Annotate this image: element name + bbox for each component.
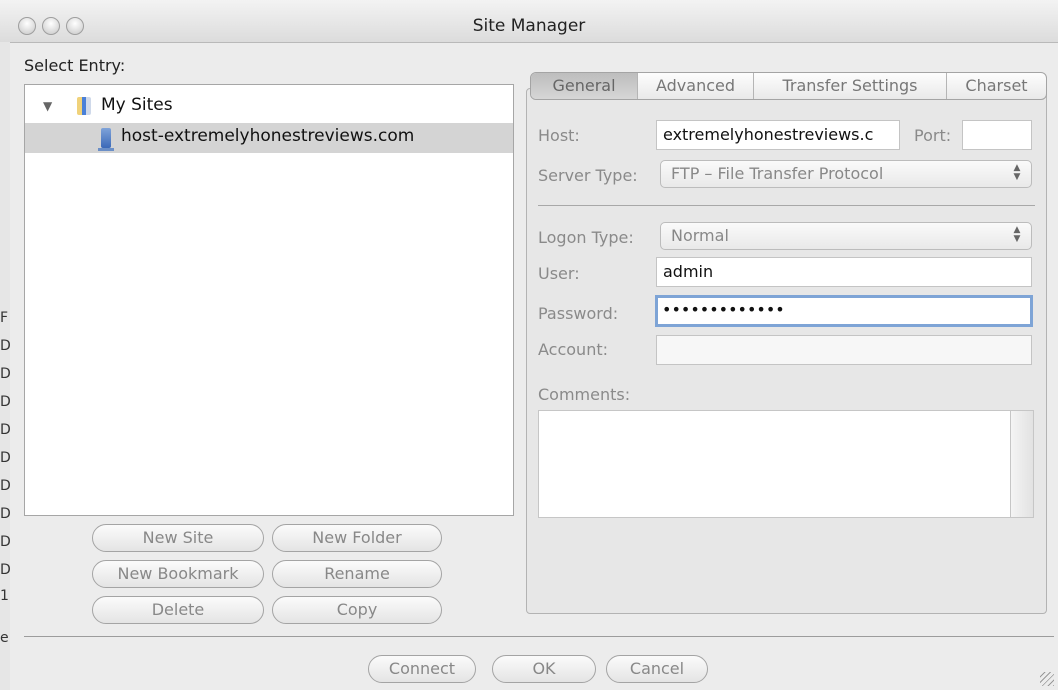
tab-bar: General Advanced Transfer Settings Chars… <box>530 72 1047 100</box>
background-char: 1 <box>0 588 9 604</box>
tab-charset[interactable]: Charset <box>947 73 1046 99</box>
disclosure-triangle-icon[interactable]: ▼ <box>43 99 52 113</box>
background-window-edge: F D D D D D D D D D 1 e <box>0 42 11 690</box>
background-char: D <box>0 422 11 438</box>
new-site-button[interactable]: New Site <box>92 524 264 552</box>
logon-type-value: Normal <box>671 226 729 245</box>
updown-arrows-icon: ▲ ▼ <box>1013 225 1021 244</box>
tree-item-my-sites[interactable]: ▼ My Sites <box>25 91 513 121</box>
background-char: D <box>0 394 11 410</box>
copy-button[interactable]: Copy <box>272 596 442 624</box>
background-char: D <box>0 450 11 466</box>
background-char: F <box>0 310 9 326</box>
comments-textarea[interactable] <box>538 410 1034 518</box>
background-char: D <box>0 562 11 578</box>
cancel-button[interactable]: Cancel <box>606 655 708 683</box>
select-entry-label: Select Entry: <box>24 56 126 75</box>
footer-divider <box>24 636 1054 637</box>
connect-button[interactable]: Connect <box>368 655 476 683</box>
delete-button[interactable]: Delete <box>92 596 264 624</box>
background-char: D <box>0 506 11 522</box>
new-folder-button[interactable]: New Folder <box>272 524 442 552</box>
port-field[interactable] <box>962 120 1032 150</box>
new-bookmark-button[interactable]: New Bookmark <box>92 560 264 588</box>
folder-icon <box>77 97 91 115</box>
section-divider <box>538 205 1035 206</box>
tree-item-label: My Sites <box>101 95 173 115</box>
account-label: Account: <box>538 340 608 359</box>
tab-general[interactable]: General <box>531 73 638 99</box>
host-label: Host: <box>538 126 580 145</box>
port-label: Port: <box>914 126 952 145</box>
account-field[interactable] <box>656 335 1032 365</box>
server-type-label: Server Type: <box>538 166 638 185</box>
server-icon <box>98 128 114 151</box>
server-type-select[interactable]: FTP – File Transfer Protocol ▲ ▼ <box>660 160 1032 188</box>
resize-grip-icon[interactable] <box>1040 672 1054 686</box>
logon-type-select[interactable]: Normal ▲ ▼ <box>660 222 1032 250</box>
background-char: e <box>0 630 9 646</box>
password-field[interactable]: ••••••••••••• <box>655 295 1033 327</box>
background-char: D <box>0 338 11 354</box>
site-tree[interactable]: ▼ My Sites host-extremelyhonestreviews.c… <box>24 84 514 516</box>
updown-arrows-icon: ▲ ▼ <box>1013 163 1021 182</box>
background-char: D <box>0 366 11 382</box>
rename-button[interactable]: Rename <box>272 560 442 588</box>
title-bar: Site Manager <box>0 0 1058 43</box>
window-title: Site Manager <box>472 16 586 36</box>
user-label: User: <box>538 264 580 283</box>
host-field[interactable]: extremelyhonestreviews.c <box>656 120 900 150</box>
comments-label: Comments: <box>538 385 631 404</box>
comments-scrollbar[interactable] <box>1010 411 1033 517</box>
tree-item-site[interactable]: host-extremelyhonestreviews.com <box>25 123 513 153</box>
logon-type-label: Logon Type: <box>538 228 634 247</box>
server-type-value: FTP – File Transfer Protocol <box>671 164 884 183</box>
password-label: Password: <box>538 304 619 323</box>
ok-button[interactable]: OK <box>492 655 596 683</box>
tab-transfer-settings[interactable]: Transfer Settings <box>754 73 947 99</box>
background-char: D <box>0 478 11 494</box>
background-char: D <box>0 534 11 550</box>
tree-item-label: host-extremelyhonestreviews.com <box>121 126 415 146</box>
user-field[interactable]: admin <box>656 257 1032 287</box>
tab-advanced[interactable]: Advanced <box>638 73 754 99</box>
